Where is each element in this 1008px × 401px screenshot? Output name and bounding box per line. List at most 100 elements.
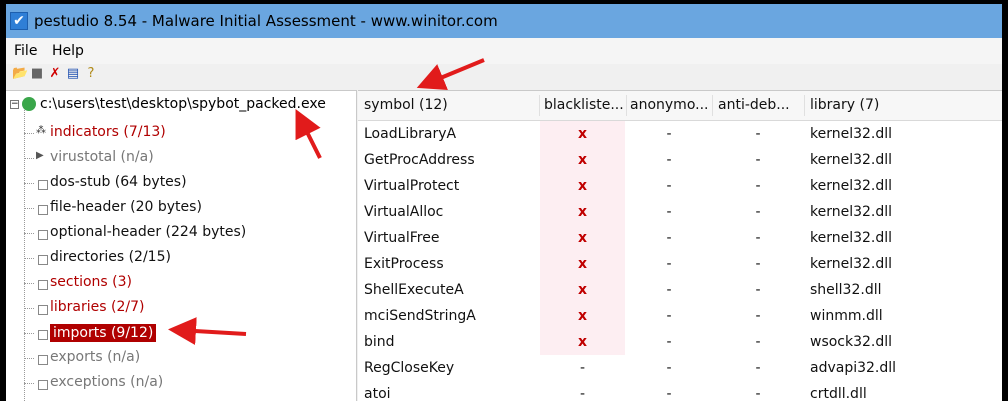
window-title: pestudio 8.54 - Malware Initial Assessme… <box>34 12 498 30</box>
cell-anti-debug: - <box>755 204 761 220</box>
column-header-library[interactable]: library (7) <box>810 91 990 120</box>
table-header: symbol (12) blackliste... anonymo... ant… <box>358 91 1002 121</box>
table-row[interactable]: VirtualAlloc x - - kernel32.dll <box>358 199 1002 225</box>
table-row[interactable]: GetProcAddress x - - kernel32.dll <box>358 147 1002 173</box>
cell-symbol: bind <box>364 334 395 350</box>
table-row[interactable]: atoi - - - crtdll.dll <box>358 381 1002 401</box>
cell-anonymous: - <box>666 230 672 246</box>
table-row[interactable]: ExitProcess x - - kernel32.dll <box>358 251 1002 277</box>
about-icon[interactable]: ? <box>84 67 98 81</box>
cell-anti-debug: - <box>755 256 761 272</box>
square-icon <box>38 305 48 315</box>
indicators-icon: ⁂ <box>36 125 46 136</box>
tree-item-label: optional-header (224 bytes) <box>50 224 247 240</box>
tree-item-label: sections (3) <box>50 274 132 290</box>
cell-library: shell32.dll <box>810 282 882 298</box>
imports-table: symbol (12) blackliste... anonymo... ant… <box>358 90 1002 401</box>
cell-anonymous: - <box>666 308 672 324</box>
square-icon <box>38 330 48 340</box>
tree-item-label-selected: imports (9/12) <box>50 324 157 342</box>
cell-symbol: VirtualFree <box>364 230 440 246</box>
list-icon[interactable]: ▤ <box>66 67 80 81</box>
cell-blacklisted: x <box>577 152 588 168</box>
cell-anti-debug: - <box>755 386 761 401</box>
square-icon <box>38 230 48 240</box>
column-header-symbol[interactable]: symbol (12) <box>364 91 534 120</box>
square-icon <box>38 280 48 290</box>
tree-item-label: indicators (7/13) <box>50 124 166 140</box>
tree-root-label: c:\users\test\desktop\spybot_packed.exe <box>40 96 326 112</box>
cell-anti-debug: - <box>755 230 761 246</box>
cell-symbol: ShellExecuteA <box>364 282 464 298</box>
cell-library: kernel32.dll <box>810 256 893 272</box>
table-row[interactable]: RegCloseKey - - - advapi32.dll <box>358 355 1002 381</box>
cell-anti-debug: - <box>755 282 761 298</box>
cell-library: wsock32.dll <box>810 334 893 350</box>
square-icon <box>38 205 48 215</box>
table-row[interactable]: VirtualProtect x - - kernel32.dll <box>358 173 1002 199</box>
cell-library: kernel32.dll <box>810 230 893 246</box>
cell-library: kernel32.dll <box>810 204 893 220</box>
tree-item-label: exports (n/a) <box>50 349 141 365</box>
square-icon <box>38 355 48 365</box>
checkbox-icon: ✔ <box>10 12 28 30</box>
cell-blacklisted: x <box>577 282 588 298</box>
tree-connector <box>24 107 25 401</box>
save-icon[interactable]: ■ <box>30 67 44 81</box>
cell-blacklisted: x <box>577 126 588 142</box>
cell-anonymous: - <box>666 256 672 272</box>
cell-library: winmm.dll <box>810 308 883 324</box>
open-folder-icon[interactable]: 📂 <box>12 67 28 81</box>
tree-item-label: libraries (2/7) <box>50 299 145 315</box>
tree-item-label: exceptions (n/a) <box>50 374 164 390</box>
cell-symbol: VirtualProtect <box>364 178 460 194</box>
cell-anonymous: - <box>666 360 672 376</box>
cell-anti-debug: - <box>755 360 761 376</box>
column-header-blacklisted[interactable]: blackliste... <box>544 91 626 120</box>
menu-help[interactable]: Help <box>52 43 84 59</box>
table-row[interactable]: VirtualFree x - - kernel32.dll <box>358 225 1002 251</box>
cell-library: advapi32.dll <box>810 360 897 376</box>
square-icon <box>38 380 48 390</box>
cell-anonymous: - <box>666 204 672 220</box>
program-icon <box>22 97 36 111</box>
cell-blacklisted: x <box>577 230 588 246</box>
cell-library: kernel32.dll <box>810 126 893 142</box>
column-header-anti-debug[interactable]: anti-deb... <box>718 91 800 120</box>
cell-library: kernel32.dll <box>810 152 893 168</box>
virustotal-icon: ▶ <box>36 150 44 161</box>
table-row[interactable]: LoadLibraryA x - - kernel32.dll <box>358 121 1002 147</box>
cell-blacklisted: x <box>577 256 588 272</box>
table-row[interactable]: mciSendStringA x - - winmm.dll <box>358 303 1002 329</box>
square-icon <box>38 180 48 190</box>
cell-symbol: mciSendStringA <box>364 308 476 324</box>
column-header-anonymous[interactable]: anonymo... <box>630 91 710 120</box>
title-bar[interactable]: ✔ pestudio 8.54 - Malware Initial Assess… <box>6 4 1002 38</box>
cell-blacklisted: x <box>577 308 588 324</box>
tree-panel: − c:\users\test\desktop\spybot_packed.ex… <box>6 90 357 401</box>
cell-library: crtdll.dll <box>810 386 867 401</box>
cell-anonymous: - <box>666 152 672 168</box>
cell-anonymous: - <box>666 386 672 401</box>
tree-item-label: dos-stub (64 bytes) <box>50 174 187 190</box>
table-row[interactable]: ShellExecuteA x - - shell32.dll <box>358 277 1002 303</box>
cell-anonymous: - <box>666 178 672 194</box>
cell-blacklisted: - <box>579 386 586 401</box>
tree-root[interactable]: − c:\users\test\desktop\spybot_packed.ex… <box>10 95 350 117</box>
cell-symbol: GetProcAddress <box>364 152 475 168</box>
cell-symbol: RegCloseKey <box>364 360 455 376</box>
cell-symbol: ExitProcess <box>364 256 444 272</box>
collapse-icon[interactable]: − <box>10 100 19 109</box>
table-row[interactable]: bind x - - wsock32.dll <box>358 329 1002 355</box>
tree-item-label: directories (2/15) <box>50 249 171 265</box>
cell-blacklisted: - <box>579 360 586 376</box>
square-icon <box>38 255 48 265</box>
cell-anti-debug: - <box>755 152 761 168</box>
cell-symbol: VirtualAlloc <box>364 204 444 220</box>
cell-anti-debug: - <box>755 126 761 142</box>
menu-file[interactable]: File <box>14 43 37 59</box>
cell-symbol: LoadLibraryA <box>364 126 457 142</box>
tree-item-label: virustotal (n/a) <box>50 149 154 165</box>
delete-icon[interactable]: ✗ <box>48 67 62 81</box>
cell-anonymous: - <box>666 282 672 298</box>
